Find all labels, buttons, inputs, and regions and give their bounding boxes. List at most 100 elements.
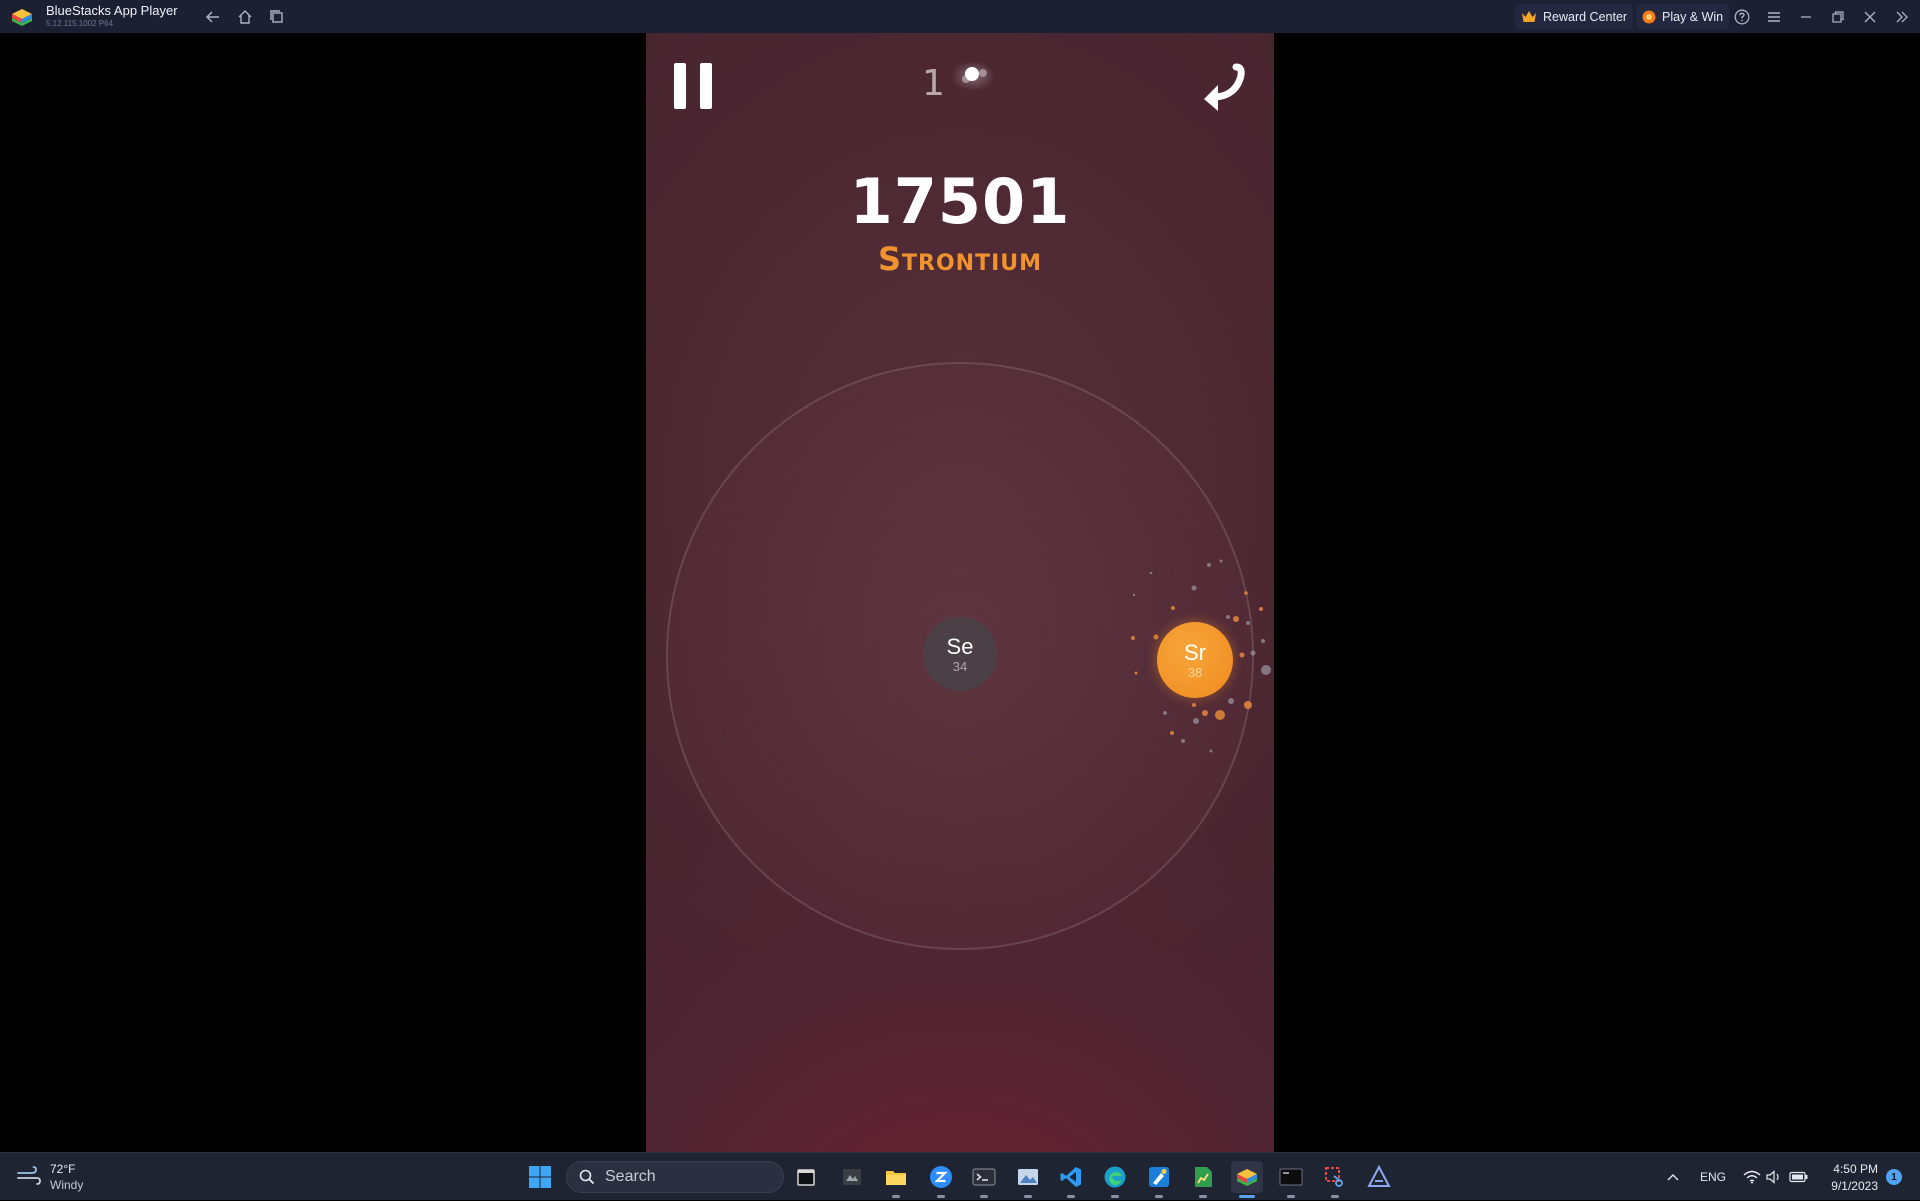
expand-sidebar-button[interactable] xyxy=(1891,6,1913,28)
terminal-icon xyxy=(972,1168,996,1186)
running-indicator xyxy=(937,1195,945,1198)
weather-description[interactable]: Windy xyxy=(50,1178,83,1192)
edge-browser-icon xyxy=(1104,1166,1126,1188)
home-icon xyxy=(238,10,252,24)
battery-icon xyxy=(1789,1171,1808,1183)
restore-button[interactable] xyxy=(1827,6,1849,28)
running-indicator xyxy=(980,1195,988,1198)
running-indicator xyxy=(892,1195,900,1198)
windows-taskbar: 72°F Windy Search ENG 4:50 PM 9/1/2023 1 xyxy=(0,1152,1920,1200)
weather-temperature[interactable]: 72°F xyxy=(50,1162,75,1176)
input-language[interactable]: ENG xyxy=(1700,1153,1726,1201)
taskbar-app-vscode[interactable] xyxy=(1055,1161,1087,1198)
menu-button[interactable] xyxy=(1763,6,1785,28)
zoom-icon xyxy=(930,1166,952,1188)
running-indicator xyxy=(1067,1195,1075,1198)
running-indicator xyxy=(1024,1195,1032,1198)
volume-control[interactable] xyxy=(1765,1153,1783,1201)
taskbar-app-zoom[interactable] xyxy=(925,1161,957,1198)
taskbar-app-photos[interactable] xyxy=(1012,1161,1044,1198)
paint-brush-app-icon xyxy=(1149,1167,1169,1187)
battery-status[interactable] xyxy=(1789,1153,1809,1201)
notification-badge[interactable]: 1 xyxy=(1886,1169,1902,1185)
bluestacks-icon xyxy=(1237,1169,1257,1186)
console-window-icon xyxy=(1279,1168,1303,1186)
app-title: BlueStacks App Player xyxy=(46,3,178,18)
dark-imaging-app-icon xyxy=(843,1169,861,1185)
play-and-win-button[interactable]: Play & Win xyxy=(1636,4,1730,29)
hamburger-menu-icon xyxy=(1768,12,1780,22)
wifi-icon xyxy=(1743,1170,1761,1184)
taskbar-app-a[interactable] xyxy=(1363,1161,1395,1193)
current-element-name: Strontium xyxy=(877,240,1043,278)
score: 17501 xyxy=(849,165,1071,238)
black-square-app-icon xyxy=(797,1169,815,1186)
atom-symbol: Sr xyxy=(1184,639,1206,665)
taskbar-app-paint[interactable] xyxy=(1143,1161,1175,1198)
reward-center-button[interactable]: Reward Center xyxy=(1515,4,1634,29)
pause-bar xyxy=(674,63,686,109)
network-status[interactable] xyxy=(1743,1153,1761,1201)
taskbar-app-file-explorer[interactable] xyxy=(880,1161,912,1198)
taskbar-app-bluestacks[interactable] xyxy=(1231,1161,1263,1198)
clock-time: 4:50 PM xyxy=(1833,1162,1878,1176)
chart-document-icon xyxy=(1195,1167,1212,1187)
taskbar-app-snipping-tool[interactable] xyxy=(1319,1161,1351,1198)
atom-symbol: Se xyxy=(946,633,974,659)
folder-icon xyxy=(886,1171,906,1185)
minimize-button[interactable] xyxy=(1795,6,1817,28)
play-and-win-label: Play & Win xyxy=(1662,9,1724,24)
undo-arrow-icon xyxy=(1204,63,1245,111)
back-button[interactable] xyxy=(202,6,224,28)
show-hidden-icons-button[interactable] xyxy=(1666,1153,1680,1201)
running-indicator xyxy=(1155,1195,1163,1198)
wind-weather-icon[interactable] xyxy=(16,1165,42,1187)
app-version: 5.12.115.1002 P64 xyxy=(46,19,114,28)
triangle-a-app-icon xyxy=(1367,1165,1391,1187)
atom-selenium[interactable]: Se 34 xyxy=(923,617,997,691)
atom-strontium[interactable]: Sr 38 xyxy=(1157,622,1233,698)
taskbar-app-imaging[interactable] xyxy=(836,1161,868,1193)
minimize-icon xyxy=(1801,16,1811,18)
taskbar-app-spreadsheet[interactable] xyxy=(1187,1161,1219,1198)
recent-apps-button[interactable] xyxy=(266,6,288,28)
undo-button[interactable] xyxy=(1194,59,1250,115)
taskbar-search[interactable]: Search xyxy=(566,1161,784,1193)
glowing-particle-icon xyxy=(951,61,995,91)
plus-counter: 1 xyxy=(922,63,945,104)
double-chevron-right-icon xyxy=(1896,11,1908,23)
back-arrow-icon xyxy=(205,11,219,23)
home-button[interactable] xyxy=(234,6,256,28)
atom-number: 38 xyxy=(1187,664,1203,680)
taskbar-app-terminal[interactable] xyxy=(968,1161,1000,1198)
running-indicator xyxy=(1111,1195,1119,1198)
recent-apps-icon xyxy=(270,10,283,23)
game-viewport[interactable]: 1 17501 Strontium Se 34 Sr 38 xyxy=(646,33,1274,1152)
system-clock[interactable]: 4:50 PM 9/1/2023 xyxy=(1808,1161,1878,1195)
search-icon xyxy=(579,1169,595,1185)
pause-button[interactable] xyxy=(674,63,714,109)
taskbar-app-console[interactable] xyxy=(1275,1161,1307,1198)
taskbar-app-notes[interactable] xyxy=(790,1161,822,1193)
pause-bar xyxy=(700,63,712,109)
running-indicator xyxy=(1331,1195,1339,1198)
restore-window-icon xyxy=(1832,11,1844,23)
help-button[interactable] xyxy=(1731,6,1753,28)
running-indicator xyxy=(1287,1195,1295,1198)
active-indicator xyxy=(1239,1195,1255,1198)
bluestacks-titlebar: BlueStacks App Player 5.12.115.1002 P64 … xyxy=(0,0,1920,33)
windows-start-icon[interactable] xyxy=(528,1165,552,1189)
close-icon xyxy=(1864,11,1876,23)
speaker-icon xyxy=(1766,1170,1779,1184)
search-placeholder: Search xyxy=(605,1168,656,1185)
taskbar-app-edge[interactable] xyxy=(1099,1161,1131,1198)
close-button[interactable] xyxy=(1859,6,1881,28)
crown-icon xyxy=(1522,10,1536,22)
atom-number: 34 xyxy=(952,658,968,674)
running-indicator xyxy=(1199,1195,1207,1198)
snipping-tool-icon xyxy=(1325,1167,1343,1187)
help-icon xyxy=(1734,9,1750,25)
reward-center-label: Reward Center xyxy=(1543,9,1628,24)
vscode-icon xyxy=(1060,1167,1081,1187)
chevron-up-icon xyxy=(1667,1174,1679,1181)
